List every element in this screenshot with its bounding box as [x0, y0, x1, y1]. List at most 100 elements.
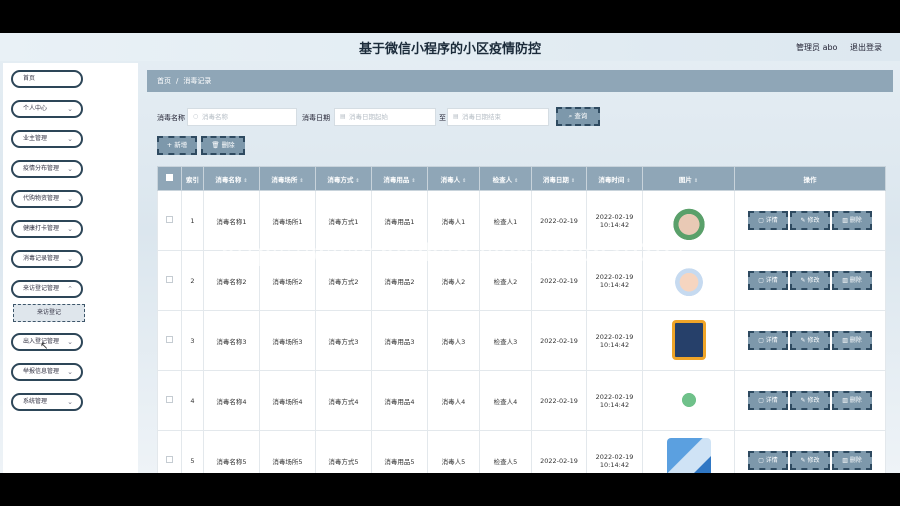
- cell-checker: 检查人5: [479, 430, 532, 473]
- sidebar-subitem-visitor-log[interactable]: 来访登记: [13, 304, 85, 322]
- cell-place: 消毒场所4: [259, 370, 316, 431]
- cell-index: 4: [181, 370, 204, 431]
- select-all-checkbox[interactable]: [166, 174, 173, 181]
- row-image[interactable]: [666, 437, 711, 473]
- logout-link[interactable]: 退出登录: [850, 43, 882, 52]
- row-select-cell[interactable]: [157, 370, 182, 431]
- cell-date: 2022-02-19: [531, 250, 587, 311]
- column-header-actions: 操作: [734, 166, 886, 191]
- sidebar-item-reports[interactable]: 举报信息管理 ⌄: [11, 363, 83, 381]
- sidebar-item-disinfection[interactable]: 消毒记录管理 ⌄: [11, 250, 83, 268]
- trash-icon: 🗑︎: [211, 141, 222, 149]
- cell-place: 消毒场所5: [259, 430, 316, 473]
- search-button[interactable]: ⌕ 查询: [556, 107, 600, 126]
- sort-icon[interactable]: ⇕: [571, 178, 575, 184]
- sort-icon[interactable]: ⇕: [694, 178, 698, 184]
- row-select-cell[interactable]: [157, 190, 182, 251]
- detail-button[interactable]: ▢ 详情: [748, 451, 788, 470]
- delete-selected-button[interactable]: 🗑︎ 删除: [201, 136, 245, 155]
- date-start-input[interactable]: ▤ 消毒日期起始: [334, 108, 436, 126]
- detail-button[interactable]: ▢ 详情: [748, 271, 788, 290]
- column-header-name[interactable]: 消毒名称 ⇕: [203, 166, 260, 191]
- cell-time: 2022-02-19 10:14:42: [586, 250, 643, 311]
- top-header: 基于微信小程序的小区疫情防控 管理员 abo 退出登录: [0, 33, 900, 61]
- sidebar-item-health[interactable]: 健康打卡管理 ⌄: [11, 220, 83, 238]
- edit-button[interactable]: ✎ 修改: [790, 211, 830, 230]
- row-checkbox[interactable]: [166, 336, 173, 343]
- row-select-cell[interactable]: [157, 250, 182, 311]
- date-start-placeholder: 消毒日期起始: [349, 113, 388, 121]
- row-image[interactable]: [671, 319, 706, 360]
- chevron-down-icon: ⌄: [67, 338, 73, 346]
- sidebar-item-home[interactable]: 首页: [11, 70, 83, 88]
- edit-button[interactable]: ✎ 修改: [790, 391, 830, 410]
- table-row[interactable]: 4 消毒名称4 消毒场所4 消毒方式4 消毒用品4 消毒人4 检查人4 2022-02-19 2…: [157, 370, 886, 431]
- sort-icon[interactable]: ⇕: [514, 178, 518, 184]
- table-row[interactable]: 3 消毒名称3 消毒场所3 消毒方式3 消毒用品3 消毒人3 检查人3 2022-02-19 2…: [157, 310, 886, 371]
- table-row[interactable]: 5 消毒名称5 消毒场所5 消毒方式5 消毒用品5 消毒人5 检查人5 2022-02-19 2…: [157, 430, 886, 473]
- cell-image: [642, 370, 735, 431]
- cell-actions: ▢ 详情 ✎ 修改 ▥ 删除: [734, 370, 886, 431]
- add-button[interactable]: + 新增: [157, 136, 197, 155]
- column-header-time[interactable]: 消毒时间 ⇕: [586, 166, 643, 191]
- select-all-header[interactable]: [157, 166, 182, 191]
- sidebar-item-purchase[interactable]: 代购物资管理 ⌄: [11, 190, 83, 208]
- cell-method: 消毒方式5: [315, 430, 372, 473]
- delete-button[interactable]: ▥ 删除: [832, 211, 872, 230]
- row-select-cell[interactable]: [157, 430, 182, 473]
- edit-button[interactable]: ✎ 修改: [790, 271, 830, 290]
- column-header-date[interactable]: 消毒日期 ⇕: [531, 166, 587, 191]
- row-select-cell[interactable]: [157, 310, 182, 371]
- detail-button[interactable]: ▢ 详情: [748, 391, 788, 410]
- row-checkbox[interactable]: [166, 276, 173, 283]
- column-header-place[interactable]: 消毒场所 ⇕: [259, 166, 316, 191]
- sidebar-item-profile[interactable]: 个人中心 ⌄: [11, 100, 83, 118]
- table-row[interactable]: 1 消毒名称1 消毒场所1 消毒方式1 消毒用品1 消毒人1 检查人1 2022-02-19 2…: [157, 190, 886, 251]
- delete-button[interactable]: ▥ 删除: [832, 451, 872, 470]
- sort-icon[interactable]: ⇕: [299, 178, 303, 184]
- cell-place: 消毒场所2: [259, 250, 316, 311]
- sort-icon[interactable]: ⇕: [626, 178, 630, 184]
- row-image[interactable]: [666, 377, 711, 422]
- delete-button[interactable]: ▥ 删除: [832, 331, 872, 350]
- row-checkbox[interactable]: [166, 396, 173, 403]
- detail-button-label: 详情: [765, 457, 778, 464]
- row-checkbox[interactable]: [166, 456, 173, 463]
- breadcrumb-home[interactable]: 首页: [157, 77, 171, 85]
- column-header-image[interactable]: 图片 ⇕: [642, 166, 735, 191]
- date-end-input[interactable]: ▤ 消毒日期结束: [447, 108, 549, 126]
- cell-time: 2022-02-19 10:14:42: [586, 430, 643, 473]
- delete-button[interactable]: ▥ 删除: [832, 271, 872, 290]
- edit-button[interactable]: ✎ 修改: [790, 331, 830, 350]
- cell-name: 消毒名称1: [203, 190, 260, 251]
- sidebar-item-label: 来访登记管理: [23, 285, 60, 292]
- row-checkbox[interactable]: [166, 216, 173, 223]
- detail-button[interactable]: ▢ 详情: [748, 331, 788, 350]
- sidebar-item-epidemic[interactable]: 疫情分布管理 ⌄: [11, 160, 83, 178]
- row-image[interactable]: [666, 257, 711, 302]
- row-image[interactable]: [666, 197, 711, 242]
- cell-date: 2022-02-19: [531, 190, 587, 251]
- edit-button-label: 修改: [807, 337, 820, 344]
- sidebar-item-system[interactable]: 系统管理 ⌄: [11, 393, 83, 411]
- sidebar-item-owners[interactable]: 业主管理 ⌄: [11, 130, 83, 148]
- search-icon: ○: [193, 113, 199, 120]
- table-row[interactable]: 2 消毒名称2 消毒场所2 消毒方式2 消毒用品2 消毒人2 检查人2 2022-02-19 2…: [157, 250, 886, 311]
- cell-supply: 消毒用品2: [371, 250, 428, 311]
- column-header-index: 索引: [181, 166, 204, 191]
- delete-button[interactable]: ▥ 删除: [832, 391, 872, 410]
- sidebar-item-visitors[interactable]: 来访登记管理 ⌃: [11, 280, 83, 298]
- sort-icon[interactable]: ⇕: [355, 178, 359, 184]
- detail-button[interactable]: ▢ 详情: [748, 211, 788, 230]
- sort-icon[interactable]: ⇕: [411, 178, 415, 184]
- column-header-checker[interactable]: 检查人 ⇕: [479, 166, 532, 191]
- name-filter-input[interactable]: ○ 消毒名称: [187, 108, 297, 126]
- edit-button[interactable]: ✎ 修改: [790, 451, 830, 470]
- column-header-method[interactable]: 消毒方式 ⇕: [315, 166, 372, 191]
- column-header-supply[interactable]: 消毒用品 ⇕: [371, 166, 428, 191]
- sort-icon[interactable]: ⇕: [462, 178, 466, 184]
- detail-icon: ▢: [758, 397, 766, 404]
- calendar-icon: ▤: [453, 113, 459, 120]
- sort-icon[interactable]: ⇕: [243, 178, 247, 184]
- column-header-person[interactable]: 消毒人 ⇕: [427, 166, 480, 191]
